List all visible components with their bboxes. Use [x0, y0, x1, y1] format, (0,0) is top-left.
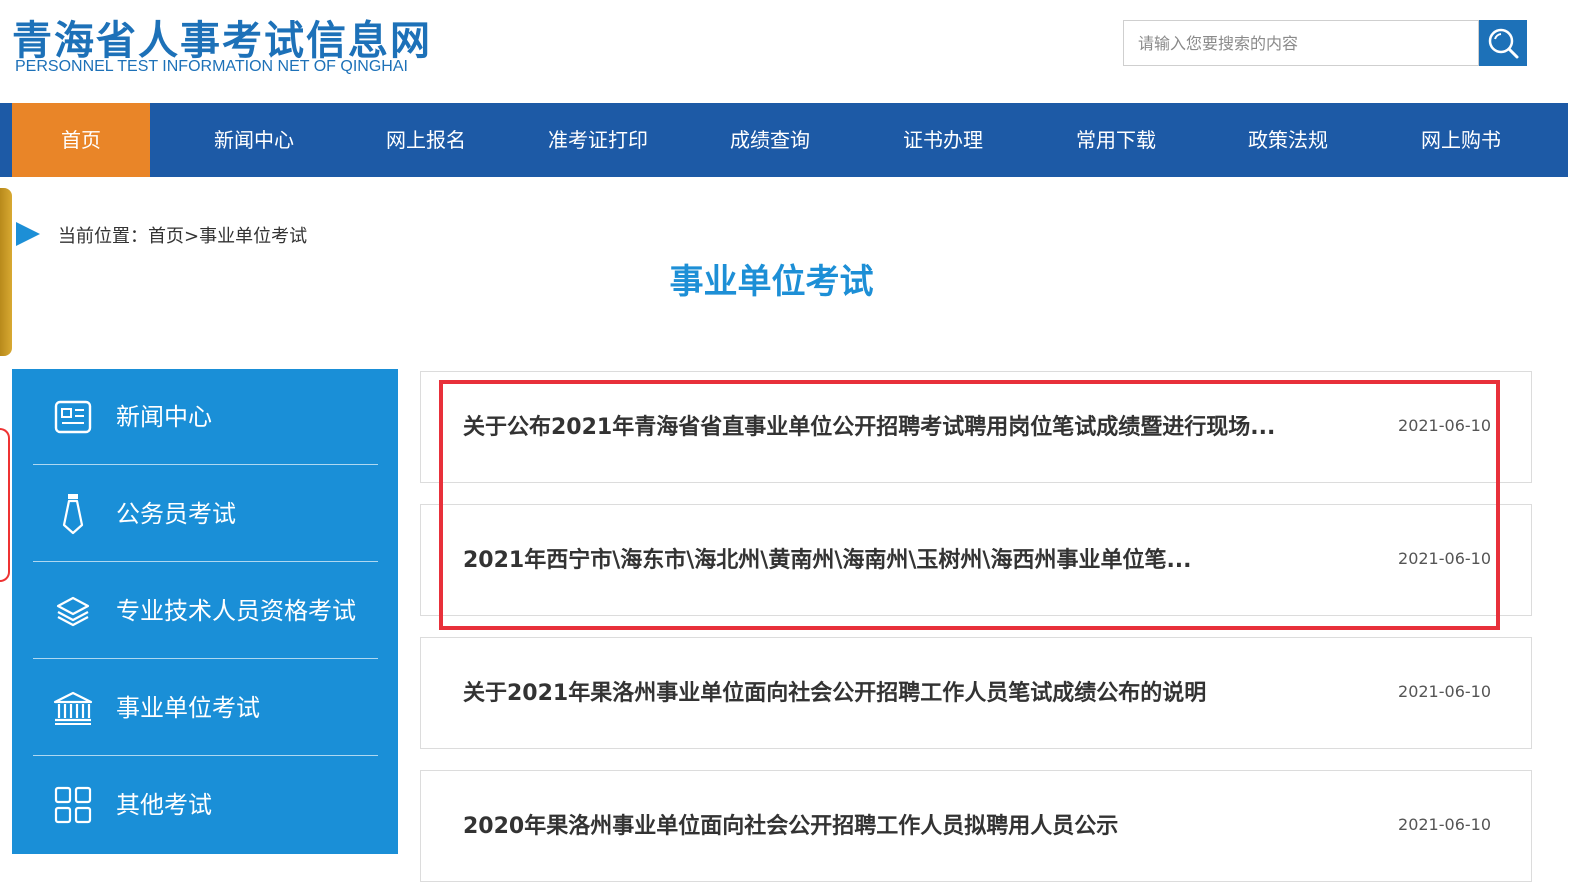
list-item-date: 2021-06-10	[1398, 549, 1491, 568]
nav-item-downloads[interactable]: 常用下载	[1030, 103, 1202, 177]
sidebar-item-professional[interactable]: 专业技术人员资格考试	[33, 563, 378, 659]
sidebar-item-label: 事业单位考试	[116, 694, 260, 722]
breadcrumb-current[interactable]: 事业单位考试	[199, 226, 307, 247]
layers-icon	[53, 591, 93, 631]
list-item-date: 2021-06-10	[1398, 682, 1491, 701]
breadcrumb-arrow-icon	[16, 222, 40, 246]
search-box	[1123, 20, 1479, 66]
nav-item-register[interactable]: 网上报名	[340, 103, 512, 177]
list-item-date: 2021-06-10	[1398, 416, 1491, 435]
search-input[interactable]	[1124, 21, 1478, 65]
page-title: 事业单位考试	[669, 262, 874, 302]
breadcrumb-home-link[interactable]: 首页	[148, 226, 184, 247]
sidebar-item-label: 新闻中心	[116, 403, 212, 431]
nav-item-home[interactable]: 首页	[12, 103, 150, 177]
list-item-title[interactable]: 关于2021年果洛州事业单位面向社会公开招聘工作人员笔试成绩公布的说明	[463, 638, 1206, 750]
search-icon	[1488, 28, 1519, 59]
site-subtitle: PERSONNEL TEST INFORMATION NET OF QINGHA…	[15, 58, 408, 75]
nav-item-news[interactable]: 新闻中心	[168, 103, 340, 177]
nav-item-admission[interactable]: 准考证打印	[512, 103, 684, 177]
sidebar-item-label: 公务员考试	[116, 500, 236, 528]
tie-icon	[53, 494, 93, 535]
breadcrumb-prefix: 当前位置：	[58, 226, 148, 247]
sidebar-item-news[interactable]: 新闻中心	[33, 369, 378, 465]
sidebar: 新闻中心 公务员考试 专业技术人员资格考试 事业单位考试 其他考试	[12, 369, 398, 854]
nav-item-scores[interactable]: 成绩查询	[684, 103, 856, 177]
list-item-title[interactable]: 2020年果洛州事业单位面向社会公开招聘工作人员拟聘用人员公示	[463, 771, 1118, 883]
sidebar-item-other[interactable]: 其他考试	[33, 757, 378, 853]
grid-icon	[53, 785, 93, 825]
nav-item-books[interactable]: 网上购书	[1374, 103, 1548, 177]
nav-item-policy[interactable]: 政策法规	[1202, 103, 1374, 177]
sidebar-item-label: 专业技术人员资格考试	[116, 597, 356, 625]
institution-icon	[53, 688, 93, 728]
nav-item-certificate[interactable]: 证书办理	[856, 103, 1030, 177]
sidebar-item-institution[interactable]: 事业单位考试	[33, 660, 378, 756]
side-float-outline	[0, 428, 10, 582]
list-item-title[interactable]: 关于公布2021年青海省省直事业单位公开招聘考试聘用岗位笔试成绩暨进行现场...	[463, 372, 1275, 484]
list-item[interactable]: 关于2021年果洛州事业单位面向社会公开招聘工作人员笔试成绩公布的说明 2021…	[420, 637, 1532, 749]
list-item[interactable]: 2021年西宁市\海东市\海北州\黄南州\海南州\玉树州\海西州事业单位笔...…	[420, 504, 1532, 616]
news-icon	[53, 397, 93, 437]
list-item[interactable]: 关于公布2021年青海省省直事业单位公开招聘考试聘用岗位笔试成绩暨进行现场...…	[420, 371, 1532, 483]
sidebar-item-civil-service[interactable]: 公务员考试	[33, 466, 378, 562]
list-item[interactable]: 2020年果洛州事业单位面向社会公开招聘工作人员拟聘用人员公示 2021-06-…	[420, 770, 1532, 882]
sidebar-item-label: 其他考试	[116, 791, 212, 819]
search-button[interactable]	[1479, 20, 1527, 66]
breadcrumb: 当前位置：首页>事业单位考试	[58, 222, 307, 248]
main-nav: 首页 新闻中心 网上报名 准考证打印 成绩查询 证书办理 常用下载 政策法规 网…	[0, 103, 1568, 177]
breadcrumb-separator: >	[184, 226, 200, 247]
list-item-date: 2021-06-10	[1398, 815, 1491, 834]
list-item-title[interactable]: 2021年西宁市\海东市\海北州\黄南州\海南州\玉树州\海西州事业单位笔...	[463, 505, 1192, 617]
